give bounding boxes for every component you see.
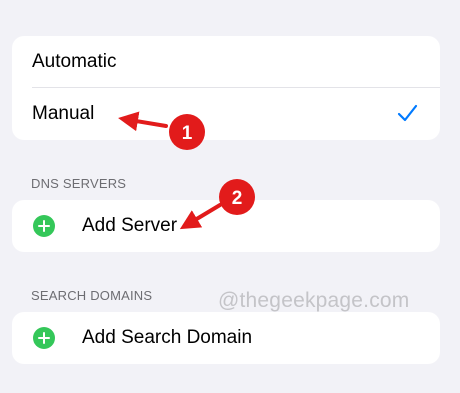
annotation-number-1: 1 xyxy=(182,123,193,144)
annotation-badge-2: 2 xyxy=(219,179,255,215)
red-arrow-icon xyxy=(118,111,168,132)
annotation-badge-1: 1 xyxy=(169,114,205,150)
annotations: 1 2 xyxy=(118,111,255,230)
annotation-number-2: 2 xyxy=(232,188,243,209)
red-arrow-icon xyxy=(179,203,222,230)
